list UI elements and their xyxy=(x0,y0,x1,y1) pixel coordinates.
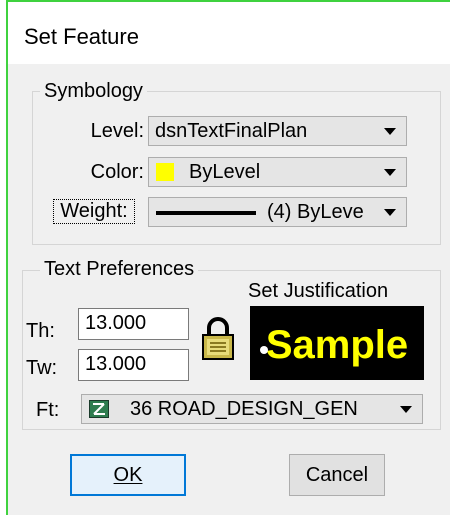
lock-icon[interactable] xyxy=(200,316,236,362)
symbology-group-label: Symbology xyxy=(40,80,147,103)
justification-point-icon xyxy=(260,346,268,354)
set-justification-label: Set Justification xyxy=(248,280,389,302)
th-label: Th: xyxy=(26,320,55,342)
weight-dropdown-value: (4) ByLeve xyxy=(267,201,364,223)
text-height-value: 13.000 xyxy=(85,312,147,334)
ft-label: Ft: xyxy=(36,399,60,421)
text-width-value: 13.000 xyxy=(85,353,147,375)
chevron-down-icon xyxy=(384,169,396,176)
chevron-down-icon xyxy=(400,406,412,413)
ok-button-label: OK xyxy=(113,464,143,486)
text-preferences-group-label: Text Preferences xyxy=(40,258,199,281)
chevron-down-icon xyxy=(384,128,396,135)
level-label: Level: xyxy=(90,120,144,142)
color-label: Color: xyxy=(90,161,144,183)
font-dropdown[interactable]: 36 ROAD_DESIGN_GEN xyxy=(81,394,423,424)
ok-button[interactable]: OK xyxy=(70,454,186,496)
tw-label: Tw: xyxy=(26,357,58,379)
justification-sample-preview[interactable]: Sample xyxy=(250,306,424,380)
weight-label[interactable]: Weight: xyxy=(53,199,135,224)
text-width-input[interactable]: 13.000 xyxy=(78,349,189,381)
line-weight-icon xyxy=(156,211,256,215)
cancel-button[interactable]: Cancel xyxy=(289,454,385,496)
color-dropdown-value: ByLevel xyxy=(189,161,261,183)
text-height-input[interactable]: 13.000 xyxy=(78,308,189,340)
title-bar[interactable]: Set Feature xyxy=(8,2,450,64)
color-dropdown[interactable]: ByLevel xyxy=(148,157,407,187)
cancel-button-label: Cancel xyxy=(305,464,369,486)
level-dropdown-value: dsnTextFinalPlan xyxy=(155,120,308,142)
font-type-icon xyxy=(89,400,109,418)
sample-text: Sample xyxy=(266,323,408,367)
color-swatch-icon xyxy=(156,163,174,181)
chevron-down-icon xyxy=(384,209,396,216)
level-dropdown[interactable]: dsnTextFinalPlan xyxy=(148,116,407,146)
weight-dropdown[interactable]: (4) ByLeve xyxy=(148,197,407,227)
font-dropdown-value: 36 ROAD_DESIGN_GEN xyxy=(130,398,358,420)
window-title: Set Feature xyxy=(24,24,139,49)
